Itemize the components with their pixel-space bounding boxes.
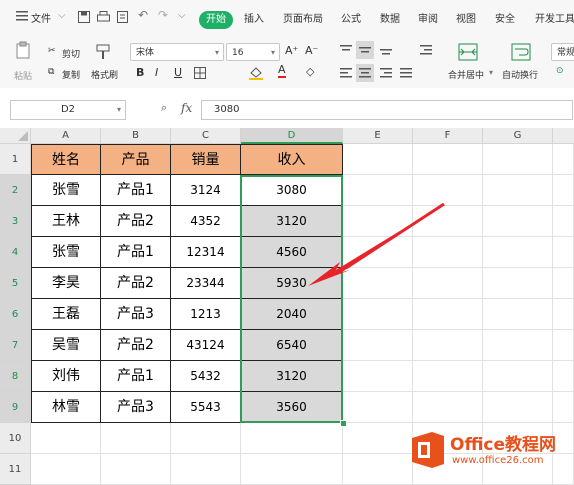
watermark-logo: Office教程网 www.office26.com — [408, 428, 570, 474]
annotation-arrow — [308, 202, 445, 286]
watermark-url: www.office26.com — [452, 455, 544, 466]
watermark-brand: Office教程网 — [450, 435, 557, 455]
office-logo-icon — [412, 432, 444, 468]
